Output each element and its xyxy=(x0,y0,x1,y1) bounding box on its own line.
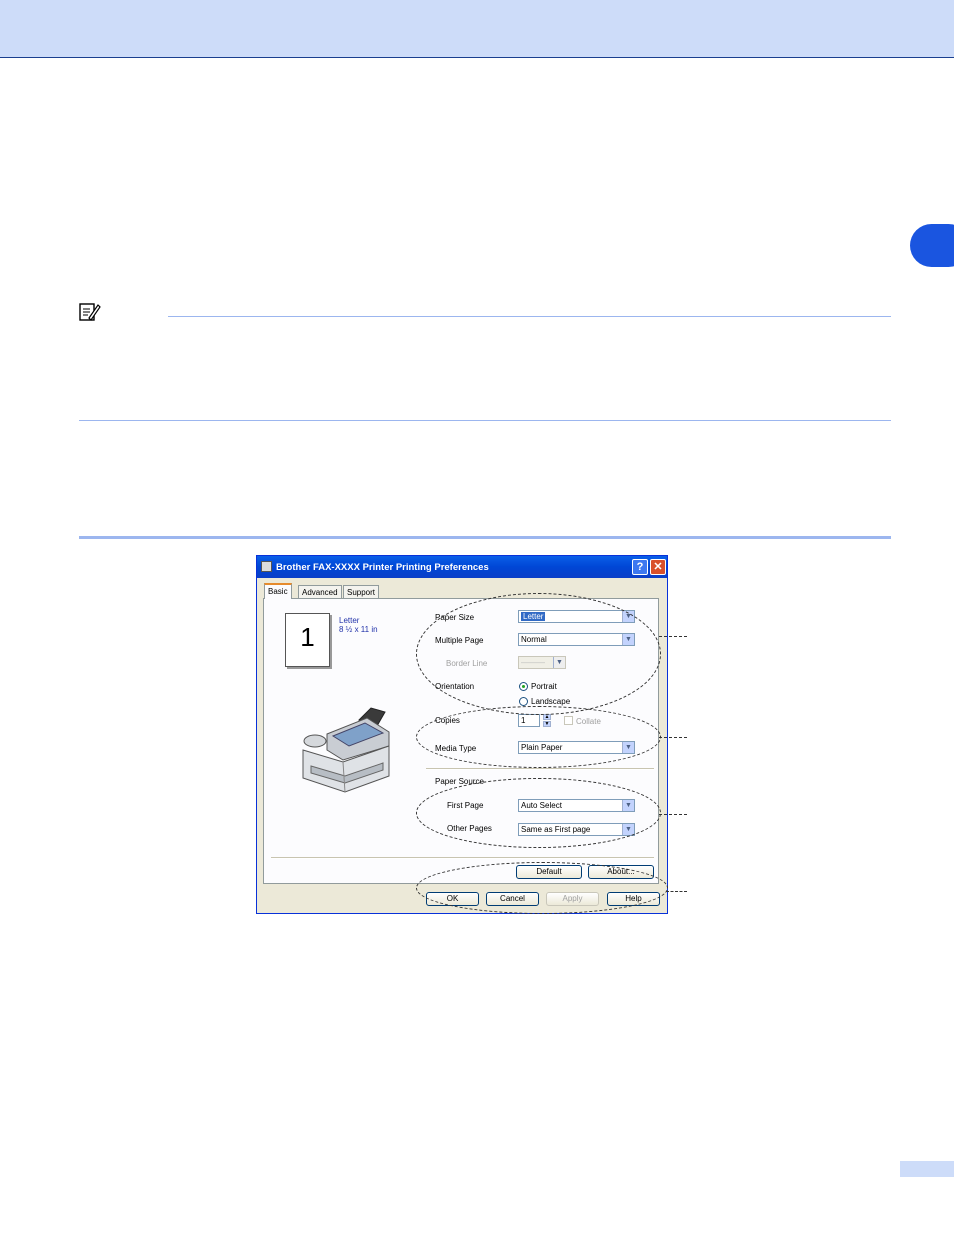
chevron-down-icon: ▼ xyxy=(622,800,634,811)
printer-icon xyxy=(261,561,272,572)
note-bottom-rule xyxy=(79,420,891,421)
collate-label: Collate xyxy=(576,717,601,726)
about-button[interactable]: About... xyxy=(588,865,654,879)
multiple-page-value: Normal xyxy=(521,635,547,644)
copies-down-button[interactable]: ▼ xyxy=(543,721,551,727)
note-top-rule xyxy=(168,316,891,317)
copies-input[interactable]: 1 xyxy=(518,714,540,727)
buttons-divider xyxy=(271,857,654,859)
landscape-radio[interactable] xyxy=(519,697,528,706)
first-page-value: Auto Select xyxy=(521,801,562,810)
chevron-down-icon: ▼ xyxy=(553,657,565,668)
header-band xyxy=(0,0,954,58)
callout-leader-4 xyxy=(666,891,687,892)
copies-up-button[interactable]: ▲ xyxy=(543,714,551,720)
dialog-title: Brother FAX-XXXX Printer Printing Prefer… xyxy=(276,562,489,573)
dialog-titlebar[interactable]: Brother FAX-XXXX Printer Printing Prefer… xyxy=(257,556,667,578)
portrait-radio[interactable] xyxy=(519,682,528,691)
page-number-tab xyxy=(900,1161,954,1177)
landscape-label: Landscape xyxy=(531,697,571,706)
page-preview: 1 xyxy=(285,613,330,667)
note-icon xyxy=(79,303,101,321)
help-title-button[interactable]: ? xyxy=(632,559,648,575)
other-pages-value: Same as First page xyxy=(521,825,591,834)
border-line-label: Border Line xyxy=(446,659,488,668)
multiple-page-label: Multiple Page xyxy=(435,636,484,645)
other-pages-select[interactable]: Same as First page ▼ xyxy=(518,823,635,836)
fax-machine-image xyxy=(302,707,390,793)
multiple-page-select[interactable]: Normal ▼ xyxy=(518,633,635,646)
border-line-value: ——— xyxy=(521,658,545,667)
media-type-label: Media Type xyxy=(435,744,477,753)
chevron-down-icon: ▼ xyxy=(622,611,634,622)
preview-page-number: 1 xyxy=(300,622,315,652)
cancel-button[interactable]: Cancel xyxy=(486,892,539,906)
media-type-select[interactable]: Plain Paper ▼ xyxy=(518,741,635,754)
paper-source-label: Paper Source xyxy=(435,777,484,786)
default-button[interactable]: Default xyxy=(516,865,582,879)
ok-button[interactable]: OK xyxy=(426,892,479,906)
close-button[interactable]: ✕ xyxy=(650,559,666,575)
tab-support[interactable]: Support xyxy=(343,585,380,598)
border-line-select[interactable]: ——— ▼ xyxy=(518,656,566,669)
tab-advanced[interactable]: Advanced xyxy=(298,585,342,598)
chevron-down-icon: ▼ xyxy=(622,824,634,835)
help-button[interactable]: Help xyxy=(607,892,660,906)
apply-button[interactable]: Apply xyxy=(546,892,599,906)
orientation-label: Orientation xyxy=(435,682,475,691)
tab-basic[interactable]: Basic xyxy=(264,583,292,599)
callout-leader-3 xyxy=(659,814,687,815)
paper-size-select[interactable]: Letter ▼ xyxy=(518,610,635,623)
preview-paper-name: Letter xyxy=(339,616,360,625)
section-divider xyxy=(426,768,654,770)
callout-leader-1 xyxy=(659,636,687,637)
other-pages-label: Other Pages xyxy=(447,824,492,833)
collate-checkbox[interactable] xyxy=(564,716,573,725)
chevron-down-icon: ▼ xyxy=(622,742,634,753)
section-rule xyxy=(79,536,891,539)
copies-label: Copies xyxy=(435,716,460,725)
portrait-label: Portrait xyxy=(531,682,557,691)
first-page-label: First Page xyxy=(447,801,484,810)
paper-size-label: Paper Size xyxy=(435,613,475,622)
chevron-down-icon: ▼ xyxy=(622,634,634,645)
media-type-value: Plain Paper xyxy=(521,743,563,752)
callout-leader-2 xyxy=(659,737,687,738)
paper-size-value: Letter xyxy=(521,612,546,621)
chapter-tab xyxy=(910,224,954,267)
preview-paper-dims: 8 ½ x 11 in xyxy=(339,625,378,634)
printing-preferences-dialog: Brother FAX-XXXX Printer Printing Prefer… xyxy=(256,555,668,914)
first-page-select[interactable]: Auto Select ▼ xyxy=(518,799,635,812)
